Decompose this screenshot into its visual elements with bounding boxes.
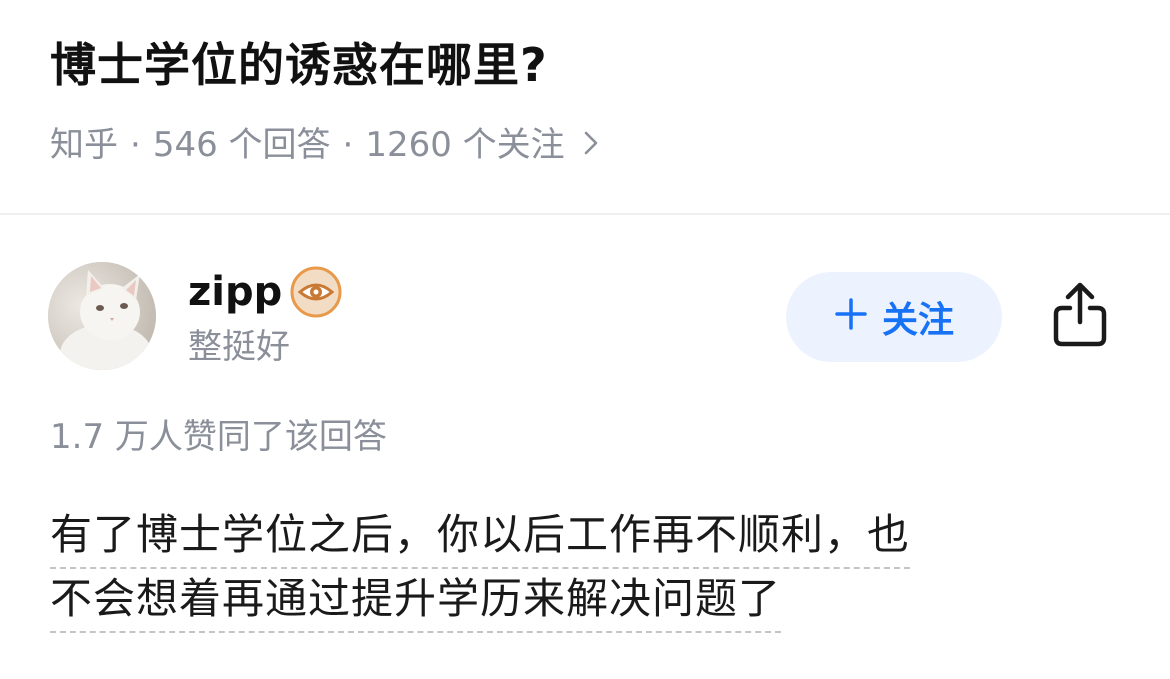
vote-count: 1.7 万人赞同了该回答 [50,417,387,457]
author-name[interactable]: zipp [188,266,282,318]
answers-count: 546 个回答 [152,125,331,165]
question-header[interactable]: 博士学位的诱惑在哪里? 知乎 · 546 个回答 · 1260 个关注 [0,0,1170,214]
answer-line: 有了博士学位之后，你以后工作再不顺利，也 [50,505,911,569]
author-bio: 整挺好 [188,327,290,367]
question-title[interactable]: 博士学位的诱惑在哪里? [50,30,548,100]
avatar[interactable] [48,262,156,370]
answer-line: 不会想着再通过提升学历来解决问题了 [50,569,782,633]
chevron-right-icon[interactable] [583,122,599,168]
answer-page: 博士学位的诱惑在哪里? 知乎 · 546 个回答 · 1260 个关注 zipp… [0,0,1170,679]
eye-badge-icon[interactable] [290,266,342,318]
section-divider [0,213,1170,215]
source-label: 知乎 [50,125,118,165]
cat-avatar-icon [48,262,156,370]
meta-separator: · [130,125,141,165]
follow-label: 关注 [881,300,954,341]
follow-button[interactable]: 关注 [786,272,1002,362]
plus-icon [834,296,868,338]
share-icon[interactable] [1050,280,1110,350]
followers-count: 1260 个关注 [365,125,565,165]
answer-body[interactable]: 有了博士学位之后，你以后工作再不顺利，也 不会想着再通过提升学历来解决问题了 [50,505,1130,633]
question-meta[interactable]: 知乎 · 546 个回答 · 1260 个关注 [50,122,599,168]
meta-separator: · [342,125,354,165]
